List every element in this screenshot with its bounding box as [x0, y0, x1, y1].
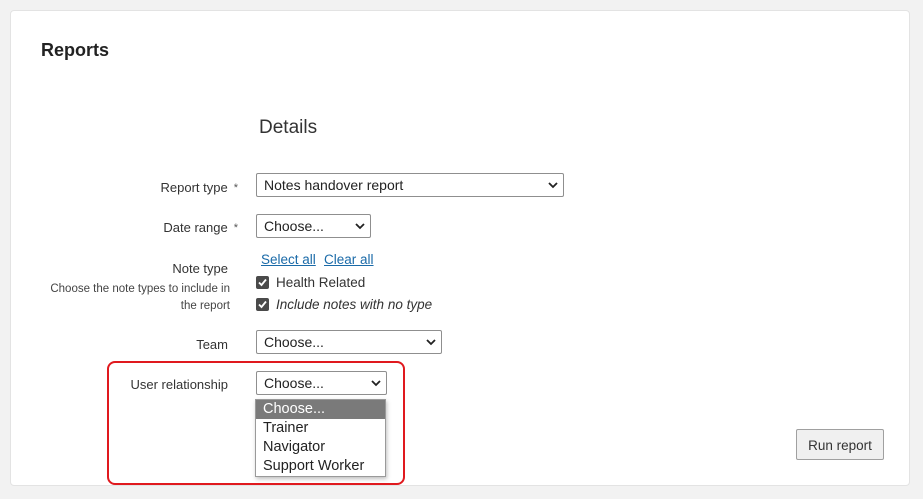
select-all-link[interactable]: Select all [261, 252, 316, 267]
clear-all-link[interactable]: Clear all [324, 252, 374, 267]
user-relationship-label: User relationship [130, 377, 228, 392]
dropdown-option-support-worker[interactable]: Support Worker [256, 457, 385, 476]
team-label: Team [196, 337, 228, 352]
page-title: Reports [41, 40, 110, 60]
checkmark-icon [258, 300, 267, 309]
note-type-option-label: Include notes with no type [276, 297, 433, 312]
report-type-label-text: Report type [160, 180, 228, 195]
date-range-select[interactable]: Choose... [256, 214, 371, 238]
team-select[interactable]: Choose... [256, 330, 442, 354]
team-value: Choose... [264, 334, 324, 350]
report-type-value: Notes handover report [264, 177, 404, 193]
user-relationship-select[interactable]: Choose... [256, 371, 387, 395]
date-range-value: Choose... [264, 218, 324, 234]
checkmark-icon [258, 278, 267, 287]
chevron-down-icon [371, 380, 381, 387]
date-range-label-text: Date range [163, 220, 228, 235]
note-type-option-label: Health Related [276, 275, 366, 290]
required-marker: * [233, 182, 238, 194]
reports-card: Reports Details Report type * Notes hando… [10, 10, 910, 486]
section-title: Details [259, 117, 318, 138]
note-type-option-no-type[interactable]: Include notes with no type [256, 297, 432, 312]
dropdown-option-choose[interactable]: Choose... [256, 400, 385, 419]
dropdown-option-navigator[interactable]: Navigator [256, 438, 385, 457]
run-report-button[interactable]: Run report [796, 429, 884, 460]
chevron-down-icon [355, 223, 365, 230]
note-type-option-health-related[interactable]: Health Related [256, 275, 365, 290]
checkbox-checked[interactable] [256, 276, 269, 289]
user-relationship-dropdown: Choose... Trainer Navigator Support Work… [255, 399, 386, 477]
checkbox-checked[interactable] [256, 298, 269, 311]
report-type-select[interactable]: Notes handover report [256, 173, 564, 197]
dropdown-option-trainer[interactable]: Trainer [256, 419, 385, 438]
chevron-down-icon [548, 182, 558, 189]
note-type-label: Note type [172, 261, 228, 276]
note-type-help: Choose the note types to include in the … [50, 283, 230, 312]
user-relationship-value: Choose... [264, 375, 324, 391]
chevron-down-icon [426, 339, 436, 346]
required-marker: * [233, 222, 238, 234]
report-type-label: Report type * [161, 180, 238, 195]
date-range-label: Date range * [163, 220, 238, 235]
